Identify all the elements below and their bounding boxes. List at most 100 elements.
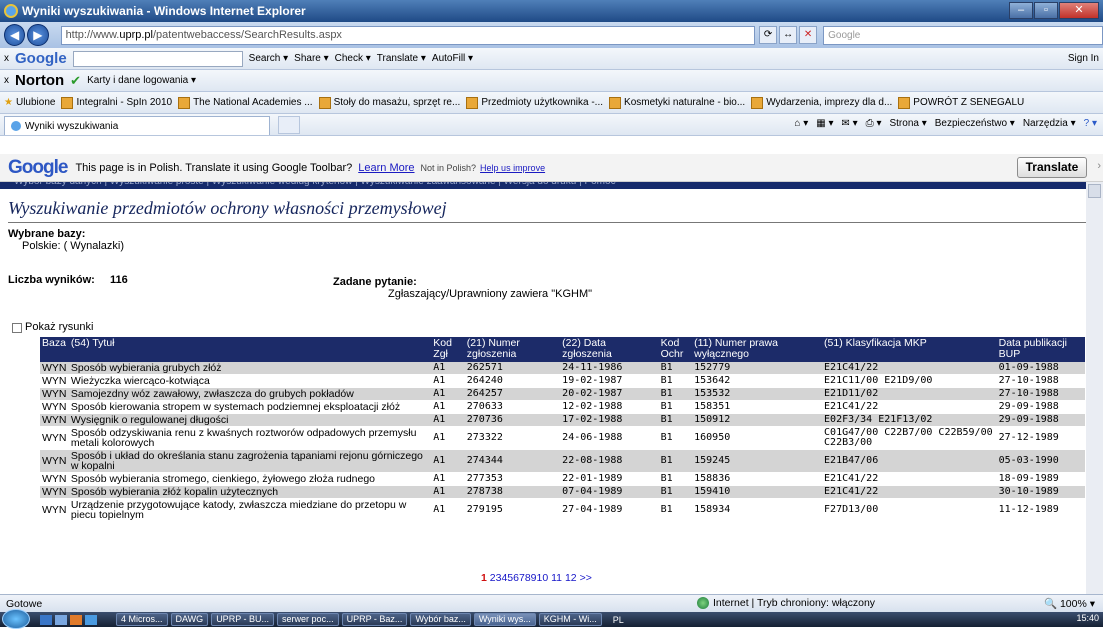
favorite-item[interactable]: Wydarzenia, imprezy dla d... [751,96,892,109]
cell-tytul[interactable]: Sposób odzyskiwania renu z kwaśnych rozt… [68,426,432,450]
favorite-item[interactable]: Przedmioty użytkownika -... [466,96,603,109]
help-improve-link[interactable]: Help us improve [480,163,545,173]
taskbar-item[interactable]: 4 Micros... [116,613,168,626]
header-data-publikacji[interactable]: Data publikacji BUP [996,337,1085,362]
google-toolbar-autofill[interactable]: AutoFill ▾ [432,53,473,64]
url-input[interactable]: http://www. uprp.pl/patentwebaccess/Searc… [60,25,756,45]
header-klasyfikacja[interactable]: (51) Klasyfikacja MKP [822,337,997,362]
tab-wyniki-wyszukiwania[interactable]: Wyniki wyszukiwania [4,115,270,135]
show-drawings-checkbox[interactable] [12,323,22,333]
norton-cards-menu[interactable]: Karty i dane logowania ▾ [87,75,196,86]
google-toolbar-search-input[interactable] [72,50,243,67]
google-toolbar-share[interactable]: Share ▾ [294,53,328,64]
table-row[interactable]: WYN Samojezdny wóz zawałowy, zwłaszcza do… [40,387,1085,401]
google-search-input[interactable]: Google [823,25,1103,45]
table-row[interactable]: WYN Sposób wybierania stromego, cienkiego… [40,472,1085,486]
cell-tytul[interactable]: Wieżyczka wiercąco-kotwiąca [68,374,432,388]
table-row[interactable]: WYN Urządzenie przygotowujące katody, zwł… [40,498,1085,522]
feeds-icon[interactable]: ▦ ▾ [816,118,833,129]
menu-strona[interactable]: Strona ▾ [889,118,926,129]
taskbar-item[interactable]: UPRP - Baz... [341,613,408,626]
url-domain: uprp.pl [119,29,153,41]
quicklaunch-icon[interactable] [70,614,82,625]
close-window-button[interactable]: ✕ [1059,2,1099,19]
quicklaunch-icon[interactable] [40,614,52,625]
translate-close-icon[interactable]: › [1097,160,1101,172]
taskbar-item[interactable]: KGHM - Wi... [538,613,602,626]
taskbar-item[interactable]: Wyniki wys... [473,613,536,626]
table-row[interactable]: WYN Sposób kierowania stropem w systemach… [40,400,1085,414]
cell-tytul[interactable]: Urządzenie przygotowujące katody, zwłasz… [68,498,432,522]
cell-tytul[interactable]: Sposób wybierania stromego, cienkiego, ż… [68,472,432,486]
cell-data-zgloszenia: 24-11-1986 [560,362,659,375]
cell-tytul[interactable]: Sposób kierowania stropem w systemach po… [68,400,432,414]
taskbar-item[interactable]: DAWG [170,613,209,626]
forward-button[interactable]: ▶ [27,24,49,46]
header-kod-ochr[interactable]: Kod Ochr [658,337,693,362]
learn-more-link[interactable]: Learn More [358,162,414,174]
help-icon[interactable]: ? ▾ [1084,118,1097,129]
header-kod-zgl[interactable]: Kod Zgł [431,337,465,362]
next-page-link[interactable]: >> [580,572,592,584]
cell-tytul[interactable]: Wysięgnik o regulowanej długości [68,413,432,427]
quicklaunch-icon[interactable] [85,614,97,625]
favorite-item[interactable]: POWRÓT Z SENEGALU [898,96,1024,109]
stop-icon[interactable]: ✕ [799,26,818,44]
page-link[interactable]: 10 [537,572,549,584]
norton-check-icon[interactable]: ✔ [70,73,81,89]
table-row[interactable]: WYN Wieżyczka wiercąco-kotwiąca A1 264240 19… [40,374,1085,388]
language-indicator[interactable]: PL [613,615,624,625]
print-icon[interactable]: ⎙ ▾ [866,118,882,129]
google-toolbar-search[interactable]: Search ▾ [249,53,288,64]
security-zone[interactable]: Internet | Tryb chroniony: włączony [697,597,875,609]
favorite-item[interactable]: Integralni - SpIn 2010 [61,96,172,109]
back-button[interactable]: ◀ [4,24,26,46]
vertical-scrollbar[interactable] [1086,182,1103,594]
google-toolbar-translate[interactable]: Translate ▾ [377,53,426,64]
cell-tytul[interactable]: Sposób wybierania złóż kopalin użyteczny… [68,485,432,499]
new-tab-button[interactable] [278,115,300,134]
favorite-item[interactable]: The National Academies ... [178,96,313,109]
header-numer-zgloszenia[interactable]: (21) Numer zgłoszenia [464,337,561,362]
favorite-item[interactable]: Stoły do masażu, sprzęt re... [318,96,460,109]
table-row[interactable]: WYN Sposób wybierania grubych złóż A1 26257… [40,362,1085,375]
google-toolbar-close-button[interactable]: x [4,53,9,64]
quicklaunch-icon[interactable] [55,614,67,625]
taskbar-item[interactable]: UPRP - BU... [211,613,275,626]
start-button[interactable] [2,609,30,629]
clock[interactable]: 15:40 [1076,613,1099,623]
header-tytul[interactable]: (54) Tytuł [68,337,432,362]
refresh-icon[interactable]: ⟳ [759,26,778,44]
scroll-up-arrow[interactable] [1088,184,1101,198]
cell-kod-ochr: B1 [658,426,693,450]
menu-narzedzia[interactable]: Narzędzia ▾ [1023,118,1076,129]
cell-tytul[interactable]: Sposób wybierania grubych złóż [68,362,432,375]
norton-toolbar-close-button[interactable]: x [4,75,9,86]
favorite-item[interactable]: Kosmetyki naturalne - bio... [609,96,745,109]
minimize-button[interactable]: – [1009,2,1033,19]
compat-view-icon[interactable]: ↔ [779,26,798,44]
site-top-nav[interactable]: Wybór bazy danych | Wyszukiwanie proste … [0,182,1086,189]
zoom-control[interactable]: 🔍 100% ▾ [1044,597,1095,610]
home-icon[interactable]: ⌂ ▾ [794,118,808,129]
cell-tytul[interactable]: Sposób i układ do określania stanu zagro… [68,449,432,473]
header-data-zgloszenia[interactable]: (22) Data zgłoszenia [560,337,659,362]
favorites-button[interactable]: ★ Ulubione [4,97,55,108]
mail-icon[interactable]: ✉ ▾ [841,118,857,129]
table-row[interactable]: WYN Sposób wybierania złóż kopalin użytec… [40,485,1085,499]
google-sign-in-link[interactable]: Sign In [1068,53,1099,64]
header-baza[interactable]: Baza [40,337,69,362]
table-row[interactable]: WYN Sposób odzyskiwania renu z kwaśnych r… [40,426,1085,450]
cell-tytul[interactable]: Samojezdny wóz zawałowy, zwłaszcza do gr… [68,387,432,401]
page-link[interactable]: 11 [551,572,562,584]
table-row[interactable]: WYN Wysięgnik o regulowanej długości A1 270… [40,413,1085,427]
taskbar-item[interactable]: Wybór baz... [410,613,471,626]
google-toolbar-check[interactable]: Check ▾ [335,53,371,64]
page-link[interactable]: 12 [565,572,577,584]
taskbar-item[interactable]: serwer poc... [277,613,339,626]
header-numer-prawa[interactable]: (11) Numer prawa wyłącznego [692,337,823,362]
translate-button[interactable]: Translate [1017,157,1087,178]
table-row[interactable]: WYN Sposób i układ do określania stanu za… [40,449,1085,473]
maximize-button[interactable]: ▫ [1034,2,1058,19]
menu-bezpieczenstwo[interactable]: Bezpieczeństwo ▾ [935,118,1015,129]
